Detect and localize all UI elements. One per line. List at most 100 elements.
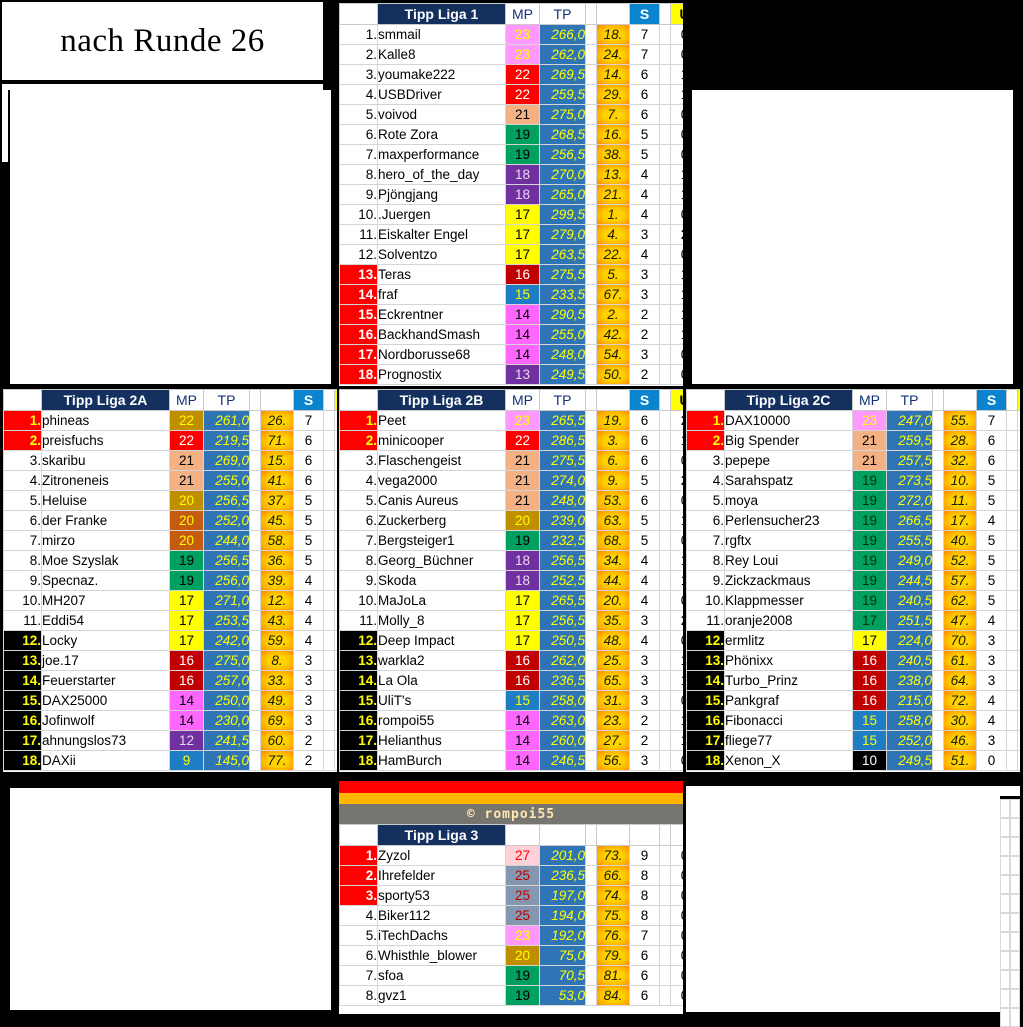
cell-tp: 255,0 xyxy=(203,470,250,491)
cell-player-name: Solventzo xyxy=(377,244,506,265)
table-title: Tipp Liga 2B xyxy=(377,389,506,411)
cell-u: 2 xyxy=(1017,630,1020,651)
cell-rank: 9. xyxy=(686,570,725,591)
cell-player-name: sporty53 xyxy=(377,885,506,906)
cell-mp: 25 xyxy=(505,865,540,886)
cell-overall-position: 72. xyxy=(943,690,977,711)
cell-tp: 256,5 xyxy=(539,610,586,631)
cell-s: 3 xyxy=(629,610,660,631)
cell-mp: 17 xyxy=(505,630,540,651)
cell-player-name: preisfuchs xyxy=(41,430,170,451)
cell-u: 1 xyxy=(670,710,683,731)
cell-mp: 19 xyxy=(505,530,540,551)
cell-gap-2 xyxy=(659,710,671,731)
cell-gap-2 xyxy=(659,244,671,265)
cell-mp: 14 xyxy=(505,730,540,751)
cell-rank: 17. xyxy=(339,344,378,365)
cell-overall-position: 57. xyxy=(943,570,977,591)
cell-u: 0 xyxy=(334,550,337,571)
table-row: 2.Kalle823262,024.702 xyxy=(339,44,683,65)
cell-rank: 13. xyxy=(339,650,378,671)
cell-mp: 15 xyxy=(505,284,540,305)
table-row: 4.Zitroneneis21255,041.603 xyxy=(3,470,337,491)
cell-gap-2 xyxy=(323,690,335,711)
cell-rank: 6. xyxy=(339,945,378,966)
cell-gap-2 xyxy=(323,510,335,531)
table-panel-liga1: Tipp Liga 1MPTPSUN1.smmail23266,018.7022… xyxy=(339,3,683,386)
cell-rank: 8. xyxy=(3,550,42,571)
cell-gap-2 xyxy=(659,64,671,85)
cell-gap-1 xyxy=(932,710,944,731)
cell-mp: 9 xyxy=(169,750,204,771)
cell-rank: 1. xyxy=(339,410,378,431)
cell-tp: 244,0 xyxy=(203,530,250,551)
table-row: 8.Georg_Büchner18256,534.414 xyxy=(339,550,683,571)
sheet-cell xyxy=(1010,989,1020,1008)
cell-mp: 12 xyxy=(169,730,204,751)
cell-u: 0 xyxy=(670,965,683,986)
cell-rank: 3. xyxy=(339,450,378,471)
cell-mp: 19 xyxy=(852,550,887,571)
cell-u: 1 xyxy=(1017,650,1020,671)
cell-u: 1 xyxy=(670,430,683,451)
sheet-cell xyxy=(1000,1008,1010,1027)
cell-gap-2 xyxy=(1006,490,1018,511)
cell-rank: 15. xyxy=(339,304,378,325)
table-row: 10.MH20717271,012.405 xyxy=(3,590,337,611)
cell-gap-1 xyxy=(585,184,597,205)
cell-tp: 257,0 xyxy=(203,670,250,691)
table-row: 7.Bergsteiger119232,568.504 xyxy=(339,530,683,551)
cell-overall-position: 49. xyxy=(260,690,294,711)
cell-gap-1 xyxy=(585,264,597,285)
cell-overall-position: 69. xyxy=(260,710,294,731)
cell-tp: 272,0 xyxy=(886,490,933,511)
cell-u: 1 xyxy=(334,670,337,691)
cell-gap-1 xyxy=(249,470,261,491)
cell-rank: 6. xyxy=(339,124,378,145)
cell-u: 0 xyxy=(1017,690,1020,711)
header-mp: MP xyxy=(505,3,540,25)
cell-overall-position: 67. xyxy=(596,284,630,305)
table-row: 1.Zyzol27201,073.900 xyxy=(339,845,683,866)
cell-gap-2 xyxy=(659,550,671,571)
header-gap-2 xyxy=(1006,389,1018,411)
sheet-cell xyxy=(1010,818,1020,837)
table-row: 18.HamBurch14246,556.305 xyxy=(339,750,683,771)
cell-gap-1 xyxy=(249,610,261,631)
cell-u: 0 xyxy=(1017,450,1020,471)
table-header-row: Tipp Liga 2CMPTPSUN xyxy=(686,389,1020,411)
cell-tp: 256,5 xyxy=(203,490,250,511)
cell-overall-position: 23. xyxy=(596,710,630,731)
cell-s: 8 xyxy=(629,885,660,906)
cell-tp: 192,0 xyxy=(539,925,586,946)
cell-rank: 16. xyxy=(339,324,378,345)
table-row: 9.Specnaz.19256,039.423 xyxy=(3,570,337,591)
cell-mp: 19 xyxy=(505,144,540,165)
cell-gap-1 xyxy=(585,630,597,651)
cell-gap-2 xyxy=(323,710,335,731)
cell-rank: 18. xyxy=(3,750,42,771)
cell-player-name: Zyzol xyxy=(377,845,506,866)
header-rank xyxy=(339,824,378,846)
cell-s: 6 xyxy=(293,430,324,451)
cell-u: 1 xyxy=(670,650,683,671)
cell-mp: 16 xyxy=(852,650,887,671)
header-tp: TP xyxy=(539,3,586,25)
cell-u: 0 xyxy=(670,44,683,65)
cell-u: 0 xyxy=(1017,730,1020,751)
header-rank xyxy=(339,389,378,411)
cell-u: 1 xyxy=(1017,590,1020,611)
cell-u: 1 xyxy=(670,264,683,285)
cell-gap-2 xyxy=(659,124,671,145)
cell-overall-position: 36. xyxy=(260,550,294,571)
table-panel-liga3: Tipp Liga 31.Zyzol27201,073.9002.Ihrefel… xyxy=(339,824,683,1014)
table-row: 13.Phönixx16240,561.315 xyxy=(686,650,1020,671)
table-row: 2.preisfuchs22219,571.612 xyxy=(3,430,337,451)
cell-gap-1 xyxy=(585,204,597,225)
table-row: 7.maxperformance19256,538.504 xyxy=(339,144,683,165)
cell-gap-1 xyxy=(249,590,261,611)
cell-rank: 2. xyxy=(3,430,42,451)
cell-gap-1 xyxy=(585,650,597,671)
cell-rank: 18. xyxy=(686,750,725,771)
cell-u: 1 xyxy=(670,550,683,571)
